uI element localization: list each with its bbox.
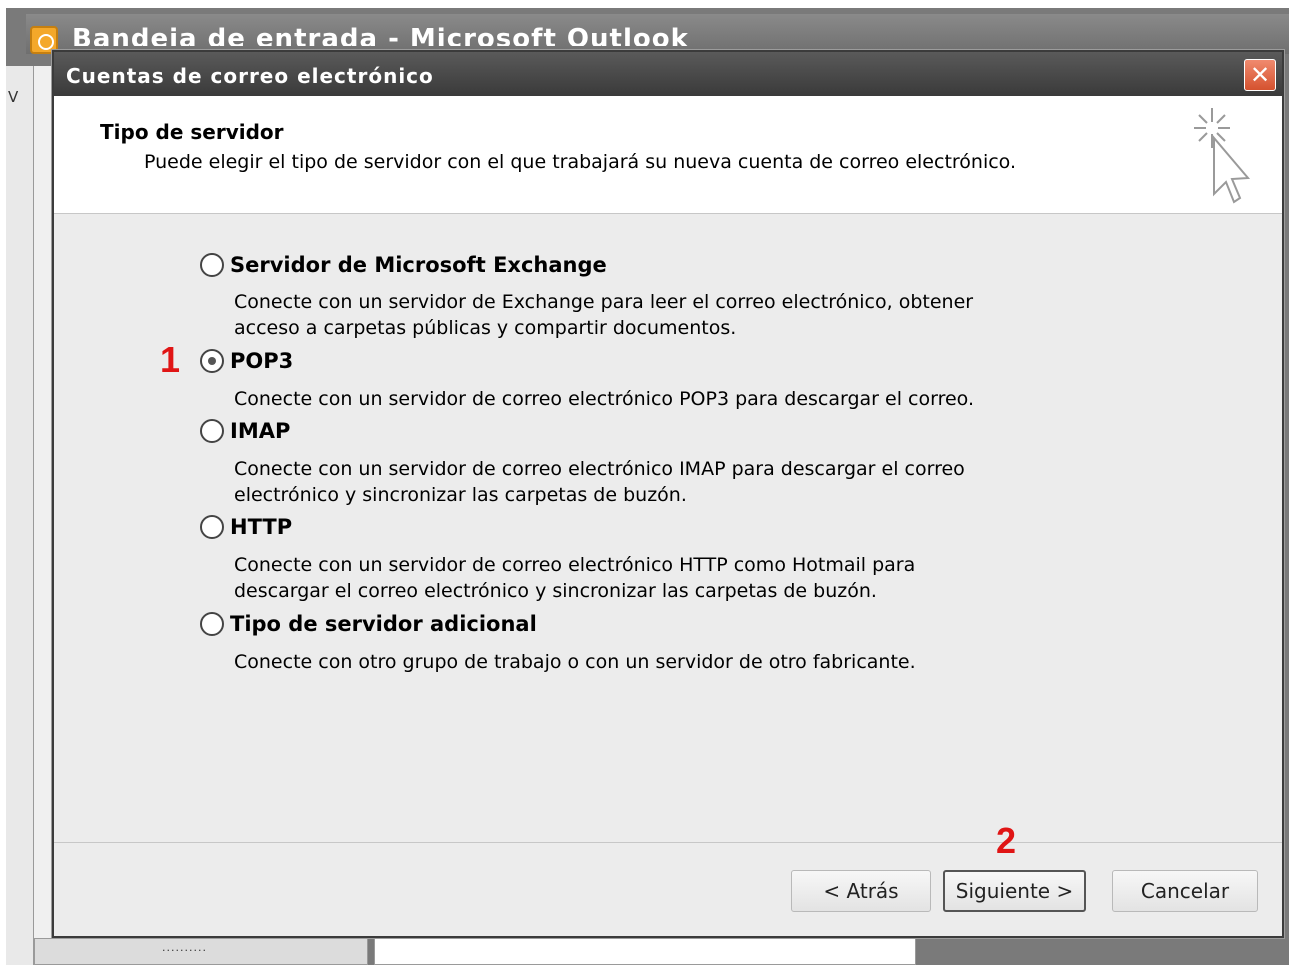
cursor-sparkle-icon: [1194, 108, 1251, 204]
step-1-annotation: 1: [160, 339, 181, 380]
dialog-titlebar: Cuentas de correo electrónico ✕: [54, 52, 1282, 96]
radio-button[interactable]: [200, 253, 224, 277]
description-line: Conecte con un servidor de correo electr…: [234, 554, 916, 576]
header-description: Puede elegir el tipo de servidor con el …: [144, 151, 1017, 173]
step-2-annotation: 2: [996, 820, 1017, 861]
radio-button[interactable]: [200, 612, 224, 636]
radio-option-additional[interactable]: Tipo de servidor adicional: [200, 612, 537, 636]
description-line: Conecte con otro grupo de trabajo o con …: [234, 651, 916, 673]
next-button[interactable]: Siguiente >: [943, 870, 1086, 912]
description-line: Conecte con un servidor de correo electr…: [234, 388, 975, 410]
dialog-title: Cuentas de correo electrónico: [66, 64, 434, 88]
cancel-button[interactable]: Cancelar: [1112, 870, 1258, 912]
outlook-left-pane: [6, 66, 34, 965]
back-button[interactable]: < Atrás: [791, 870, 931, 912]
radio-option-exchange[interactable]: Servidor de Microsoft Exchange: [200, 253, 607, 277]
option-description-additional: Conecte con otro grupo de trabajo o con …: [234, 649, 916, 675]
dialog-body: Servidor de Microsoft Exchange Conecte c…: [54, 215, 1282, 840]
outlook-window-title: Bandeja de entrada - Microsoft Outlook: [72, 24, 689, 46]
radio-button-selected[interactable]: [200, 349, 224, 373]
option-description-http: Conecte con un servidor de correo electr…: [234, 552, 915, 604]
radio-button[interactable]: [200, 419, 224, 443]
option-description-exchange: Conecte con un servidor de Exchange para…: [234, 289, 973, 341]
footer-divider: [54, 842, 1282, 843]
close-icon[interactable]: ✕: [1244, 59, 1276, 91]
radio-option-pop3[interactable]: POP3: [200, 349, 293, 373]
header-title: Tipo de servidor: [100, 120, 284, 144]
dialog-header: Tipo de servidor Puede elegir el tipo de…: [54, 96, 1282, 214]
radio-button[interactable]: [200, 515, 224, 539]
radio-option-imap[interactable]: IMAP: [200, 419, 290, 443]
email-accounts-dialog: Cuentas de correo electrónico ✕ Tipo de …: [52, 50, 1284, 938]
option-label: HTTP: [230, 515, 293, 539]
description-line: descargar el correo electrónico y sincro…: [234, 580, 877, 602]
outlook-message-list-bottom: [374, 938, 916, 965]
option-label: POP3: [230, 349, 294, 373]
outlook-left-letter: V: [8, 88, 19, 106]
option-label: IMAP: [230, 419, 291, 443]
option-label: Servidor de Microsoft Exchange: [230, 253, 607, 277]
description-line: Conecte con un servidor de Exchange para…: [234, 291, 974, 313]
radio-option-http[interactable]: HTTP: [200, 515, 292, 539]
description-line: Conecte con un servidor de correo electr…: [234, 458, 965, 480]
description-line: acceso a carpetas públicas y compartir d…: [234, 317, 737, 339]
option-description-pop3: Conecte con un servidor de correo electr…: [234, 386, 974, 412]
outlook-bottom-dots: ..........: [162, 941, 207, 954]
option-label: Tipo de servidor adicional: [230, 612, 537, 636]
description-line: electrónico y sincronizar las carpetas d…: [234, 484, 687, 506]
outlook-navigation-column: [34, 66, 54, 965]
option-description-imap: Conecte con un servidor de correo electr…: [234, 456, 965, 508]
